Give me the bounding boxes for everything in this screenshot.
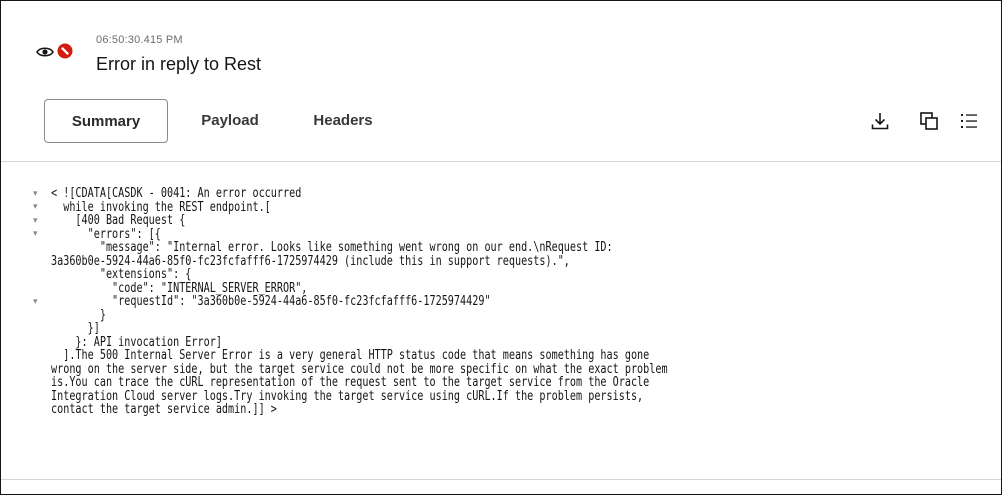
fold-toggle[interactable]: ▾ xyxy=(33,216,38,226)
eye-icon[interactable] xyxy=(36,45,54,59)
download-icon[interactable] xyxy=(870,111,890,131)
code-viewer[interactable]: ▾ ▾ ▾ ▾ ▾ < ![CDATA[CASDK - 0041: An err… xyxy=(3,162,999,480)
fold-toggle[interactable]: ▾ xyxy=(33,202,38,212)
fold-toggle[interactable]: ▾ xyxy=(33,297,38,307)
message-detail-panel: 06:50:30.415 PM Error in reply to Rest S… xyxy=(0,0,1002,495)
code-line: "requestId": "3a360b0e-5924-44a6-85f0-fc… xyxy=(51,294,491,309)
copy-icon[interactable] xyxy=(919,111,939,131)
tab-payload[interactable]: Payload xyxy=(190,99,270,143)
fold-toggle[interactable]: ▾ xyxy=(33,229,38,239)
message-title: Error in reply to Rest xyxy=(96,54,262,74)
tab-headers[interactable]: Headers xyxy=(302,99,384,143)
payload-code: < ![CDATA[CASDK - 0041: An error occurre… xyxy=(51,187,668,417)
message-header: 06:50:30.415 PM Error in reply to Rest S… xyxy=(1,1,1001,161)
panel-bottom-border xyxy=(1,479,1001,480)
error-icon xyxy=(57,43,73,59)
fold-toggle[interactable]: ▾ xyxy=(33,189,38,199)
code-line: contact the target service admin.]] > xyxy=(51,402,277,417)
list-icon[interactable] xyxy=(959,111,979,131)
timestamp: 06:50:30.415 PM xyxy=(96,34,183,46)
tab-summary[interactable]: Summary xyxy=(44,99,168,143)
